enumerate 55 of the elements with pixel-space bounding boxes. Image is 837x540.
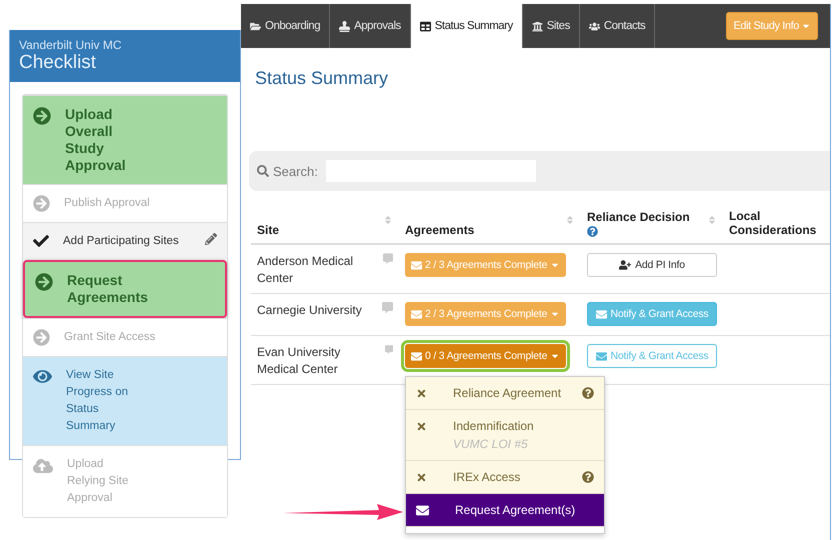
column-header[interactable]: Local Considerations [729,209,824,237]
comment-icon[interactable] [382,302,393,313]
checklist-item[interactable]: Add Participating Sites [23,222,227,260]
sort-icon[interactable] [707,215,717,225]
pencil-icon[interactable] [205,233,217,245]
add-pi-button[interactable]: Add PI Info [587,253,717,277]
site-name: Evan University Medical Center [257,344,342,378]
envelope-icon [411,350,422,362]
cross-icon [416,421,427,432]
menu-item[interactable]: Reliance Agreement [406,377,604,410]
institution-name: Vanderbilt Univ MC [19,38,122,52]
site-name: Anderson Medical Center [257,253,354,287]
page-heading: Status Summary [255,68,390,89]
checklist-title: Checklist [19,52,98,74]
column-header[interactable]: Reliance Decision [587,210,690,224]
comment-icon[interactable] [382,253,393,264]
checklist-item[interactable]: Upload Overall Study Approval [23,95,227,184]
column-header[interactable]: Site [257,223,280,237]
table-icon [420,20,431,32]
nav-tab[interactable]: Sites [522,4,580,48]
envelope-icon [596,308,607,320]
checklist-item[interactable]: View Site Progress on Status Summary [23,356,227,445]
cloud-upload-icon [33,456,53,476]
menu-item-note: VUMC LOI #5 [453,437,529,451]
menu-item[interactable]: Request Agreement(s) [406,494,604,527]
search-label: Search: [273,164,318,178]
envelope-icon [411,308,422,320]
sort-icon[interactable] [383,215,393,225]
folder-icon [250,20,261,32]
column-header[interactable]: Agreements [405,223,474,237]
nav-tab[interactable]: Status Summary [410,4,523,48]
comment-icon[interactable] [384,344,393,355]
help-icon[interactable] [582,471,594,483]
site-name: Carnegie University [257,302,362,319]
checklist-item[interactable]: Request Agreements [23,260,227,318]
search-icon [257,165,269,177]
envelope-icon [416,504,429,517]
users-icon [588,20,600,32]
help-icon[interactable] [582,387,594,399]
menu-item[interactable]: Indemnification VUMC LOI #5 [406,410,604,461]
envelope-icon [596,350,607,362]
sort-icon[interactable] [565,215,575,225]
bank-icon [532,20,543,32]
nav-tab[interactable]: Contacts [580,4,656,48]
eye-icon [33,367,52,386]
envelope-icon [411,260,422,270]
check-icon [33,233,49,249]
cross-icon [416,472,427,483]
cross-icon [416,388,427,399]
stamp-icon [339,20,350,32]
user-plus-icon [619,259,632,271]
agreements-dropdown-button[interactable]: 0 / 3 Agreements Complete [405,344,566,368]
help-icon[interactable] [587,226,598,237]
menu-item[interactable]: IREx Access [406,461,604,494]
nav-tab[interactable]: Onboarding [241,4,330,48]
